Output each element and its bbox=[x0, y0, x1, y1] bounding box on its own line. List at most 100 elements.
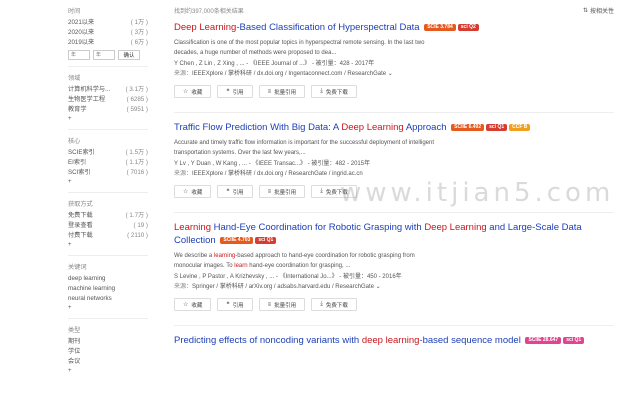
scie-badge: SCIE 3.784 bbox=[424, 23, 456, 31]
time-filter-item[interactable]: 2020以来( 3万 ) bbox=[68, 28, 148, 38]
result-title[interactable]: Deep Learning-Based Classification of Hy… bbox=[174, 21, 614, 34]
result-title[interactable]: Learning Hand-Eye Coordination for Robot… bbox=[174, 221, 614, 247]
result-meta: Y Lv , Y Duan , W Kang , ... - 《IEEE Tra… bbox=[174, 161, 371, 167]
list-icon: ≡ bbox=[267, 88, 272, 95]
time-filter: 时间 2021以来( 1万 ) 2020以来( 3万 ) 2019以来( 6万 … bbox=[68, 6, 150, 60]
type-filter-item[interactable]: 会议 bbox=[68, 357, 148, 367]
results-topbar: 找到约397,000条相关结果 ⇅ 按相关性 bbox=[174, 0, 614, 15]
result-card: Traffic Flow Prediction With Big Data: A… bbox=[174, 121, 614, 213]
result-card: Learning Hand-Eye Coordination for Robot… bbox=[174, 221, 614, 326]
result-abstract: Accurate and timely traffic flow informa… bbox=[174, 140, 435, 156]
quote-icon: ❝ bbox=[226, 89, 230, 95]
field-filter-item[interactable]: 生物医学工程( 6285 ) bbox=[68, 95, 148, 105]
core-filter-item[interactable]: SCIE索引( 1.5万 ) bbox=[68, 148, 148, 158]
bulk-cite-button[interactable]: ≡ 批量引用 bbox=[258, 85, 306, 98]
free-download-button[interactable]: ⤓ 免费下载 bbox=[311, 298, 357, 311]
list-icon: ≡ bbox=[267, 301, 272, 308]
ccf-badge: CCF B bbox=[509, 123, 531, 131]
access-expand-button[interactable]: + bbox=[68, 241, 150, 249]
quote-icon: ❝ bbox=[226, 302, 230, 308]
core-filter-item[interactable]: EI索引( 1.1万 ) bbox=[68, 158, 148, 168]
result-actions: ☆ 收藏 ❝ 引用 ≡ 批量引用 ⤓ 免费下载 bbox=[174, 85, 614, 98]
cite-button[interactable]: ❝ 引用 bbox=[217, 85, 253, 98]
result-actions: ☆ 收藏 ❝ 引用 ≡ 批量引用 ⤓ 免费下载 bbox=[174, 185, 614, 198]
list-icon: ≡ bbox=[267, 188, 272, 195]
field-filter-item[interactable]: 教育学( 5951 ) bbox=[68, 105, 148, 115]
download-icon: ⤓ bbox=[320, 188, 323, 194]
result-title[interactable]: Predicting effects of noncoding variants… bbox=[174, 334, 614, 347]
scie-badge: SCIIE 6.492 bbox=[451, 123, 485, 131]
result-meta: Y Chen , Z Lin , Z Xing , ... - 《IEEE Jo… bbox=[174, 61, 375, 67]
type-filter: 类型 期刊 学位 会议 + bbox=[68, 325, 150, 375]
core-filter-title: 核心 bbox=[68, 138, 81, 145]
type-filter-title: 类型 bbox=[68, 327, 81, 334]
divider bbox=[68, 129, 148, 130]
field-filter-title: 领域 bbox=[68, 75, 81, 82]
cite-button[interactable]: ❝ 引用 bbox=[217, 185, 253, 198]
year-range: 确认 bbox=[68, 50, 150, 60]
core-filter: 核心 SCIE索引( 1.5万 ) EI索引( 1.1万 ) SCI索引( 70… bbox=[68, 136, 150, 186]
type-filter-item[interactable]: 学位 bbox=[68, 347, 148, 357]
time-filter-title: 时间 bbox=[68, 8, 81, 15]
star-icon: ☆ bbox=[183, 302, 189, 308]
save-button[interactable]: ☆ 收藏 bbox=[174, 85, 212, 98]
result-sources: 来源：IEEEXplore / 掌桥科研 / dx.doi.org / Rese… bbox=[174, 171, 363, 177]
result-card: Deep Learning-Based Classification of Hy… bbox=[174, 21, 614, 113]
divider bbox=[68, 66, 148, 67]
year-confirm-button[interactable]: 确认 bbox=[118, 50, 140, 60]
type-filter-item[interactable]: 期刊 bbox=[68, 337, 148, 347]
keyword-expand-button[interactable]: + bbox=[68, 304, 150, 312]
keyword-filter-item[interactable]: neural networks bbox=[68, 294, 148, 304]
sort-icon: ⇅ bbox=[582, 8, 588, 14]
access-filter-item[interactable]: 免费下载( 1.7万 ) bbox=[68, 211, 148, 221]
result-abstract: We describe a learning-based approach to… bbox=[174, 253, 415, 269]
field-expand-button[interactable]: + bbox=[68, 115, 150, 123]
download-icon: ⤓ bbox=[320, 301, 323, 307]
time-filter-item[interactable]: 2019以来( 6万 ) bbox=[68, 38, 148, 48]
core-filter-item[interactable]: SCI索引( 7016 ) bbox=[68, 168, 148, 178]
result-sources: 来源：IEEEXplore / 掌桥科研 / dx.doi.org / Inge… bbox=[174, 71, 393, 77]
star-icon: ☆ bbox=[183, 89, 189, 95]
field-filter: 领域 计算机科学与...( 3.1万 ) 生物医学工程( 6285 ) 教育学(… bbox=[68, 73, 150, 123]
access-filter: 获取方式 免费下载( 1.7万 ) 登录查看( 19 ) 付费下载( 2110 … bbox=[68, 199, 150, 249]
bulk-cite-button[interactable]: ≡ 批量引用 bbox=[258, 185, 306, 198]
core-expand-button[interactable]: + bbox=[68, 178, 150, 186]
access-filter-item[interactable]: 付费下载( 2110 ) bbox=[68, 231, 148, 241]
free-download-button[interactable]: ⤓ 免费下载 bbox=[311, 85, 357, 98]
free-download-button[interactable]: ⤓ 免费下载 bbox=[311, 185, 357, 198]
scie-badge: SCIIE 4.703 bbox=[220, 236, 254, 244]
divider bbox=[68, 255, 148, 256]
result-abstract: Classification is one of the most popula… bbox=[174, 40, 425, 56]
type-expand-button[interactable]: + bbox=[68, 367, 150, 375]
sort-dropdown[interactable]: ⇅ 按相关性 bbox=[583, 6, 614, 15]
star-icon: ☆ bbox=[183, 189, 189, 195]
scie-badge: SCIIE 28.647 bbox=[525, 336, 562, 344]
save-button[interactable]: ☆ 收藏 bbox=[174, 298, 212, 311]
filter-sidebar: 时间 2021以来( 1万 ) 2020以来( 3万 ) 2019以来( 6万 … bbox=[0, 0, 150, 400]
time-filter-item[interactable]: 2021以来( 1万 ) bbox=[68, 18, 148, 28]
result-meta: S Levine , P Pastor , A Krizhevsky , ...… bbox=[174, 274, 402, 280]
results-main: 找到约397,000条相关结果 ⇅ 按相关性 Deep Learning-Base… bbox=[174, 0, 614, 400]
sci-badge: sci Q2 bbox=[457, 23, 479, 31]
result-card: Predicting effects of noncoding variants… bbox=[174, 334, 614, 347]
access-filter-item[interactable]: 登录查看( 19 ) bbox=[68, 221, 148, 231]
access-filter-title: 获取方式 bbox=[68, 201, 93, 208]
sci-badge: sci Q1 bbox=[563, 336, 585, 344]
keyword-filter-item[interactable]: machine learning bbox=[68, 284, 148, 294]
field-filter-item[interactable]: 计算机科学与...( 3.1万 ) bbox=[68, 85, 148, 95]
save-button[interactable]: ☆ 收藏 bbox=[174, 185, 212, 198]
download-icon: ⤓ bbox=[320, 88, 323, 94]
quote-icon: ❝ bbox=[226, 189, 230, 195]
sci-badge: sci Q1 bbox=[486, 123, 508, 131]
cite-button[interactable]: ❝ 引用 bbox=[217, 298, 253, 311]
year-from-input[interactable] bbox=[68, 50, 90, 60]
keyword-filter: 关键词 deep learning machine learning neura… bbox=[68, 262, 150, 312]
year-to-input[interactable] bbox=[93, 50, 115, 60]
result-title[interactable]: Traffic Flow Prediction With Big Data: A… bbox=[174, 121, 614, 134]
result-actions: ☆ 收藏 ❝ 引用 ≡ 批量引用 ⤓ 免费下载 bbox=[174, 298, 614, 311]
keyword-filter-item[interactable]: deep learning bbox=[68, 274, 148, 284]
result-count: 找到约397,000条相关结果 bbox=[174, 9, 244, 15]
bulk-cite-button[interactable]: ≡ 批量引用 bbox=[258, 298, 306, 311]
divider bbox=[68, 318, 148, 319]
result-sources: 来源：Springer / 掌桥科研 / arXiv.org / adsabs.… bbox=[174, 284, 381, 290]
